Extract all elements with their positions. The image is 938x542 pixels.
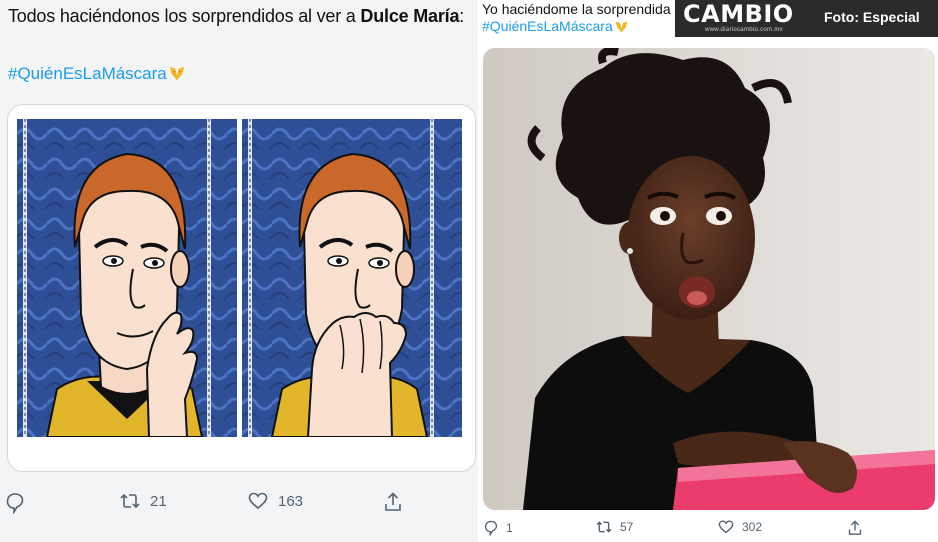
left-tweet: Todos haciéndonos los sorprendidos al ve… xyxy=(0,0,478,542)
retweet-count: 57 xyxy=(620,520,634,534)
photo-credit: Foto: Especial xyxy=(824,9,920,25)
like-button[interactable]: 302 xyxy=(718,520,762,534)
like-button[interactable]: 163 xyxy=(248,492,303,510)
surprised-girl-photo[interactable] xyxy=(483,48,935,510)
share-upload-icon xyxy=(848,520,862,535)
share-upload-icon xyxy=(385,492,401,511)
like-count: 163 xyxy=(278,492,304,510)
retweet-button[interactable]: 21 xyxy=(120,492,167,510)
meme-panel-surprised xyxy=(242,119,462,437)
mask-emoji-icon xyxy=(615,21,628,33)
right-tweet: Yo haciéndome la sorprendida cuando sali… xyxy=(478,0,938,542)
heart-outline-icon xyxy=(248,492,268,510)
reply-count: 1 xyxy=(506,521,513,535)
mask-emoji-icon xyxy=(169,66,184,81)
tweet-action-bar: 21 163 xyxy=(0,492,478,522)
tweet-text: Todos haciéndonos los sorprendidos al ve… xyxy=(8,6,465,26)
meme-panel-thinking xyxy=(17,119,237,437)
reply-button[interactable]: 1 xyxy=(484,520,513,536)
share-button[interactable] xyxy=(384,492,402,512)
hashtag-link[interactable]: #QuiénEsLaMáscara xyxy=(482,18,629,34)
heart-outline-icon xyxy=(718,520,734,534)
media-card[interactable] xyxy=(7,104,476,472)
retweet-icon xyxy=(596,521,612,533)
cambio-watermark: CAMBIO www.diariocambio.com.mx Foto: Esp… xyxy=(675,0,938,37)
cambio-logo: CAMBIO xyxy=(683,0,794,28)
share-button[interactable] xyxy=(848,520,862,536)
reply-button[interactable] xyxy=(6,492,24,514)
mention-name: Dulce María xyxy=(360,6,460,26)
speech-bubble-icon xyxy=(484,520,498,536)
cambio-url: www.diariocambio.com.mx xyxy=(705,27,783,33)
retweet-count: 21 xyxy=(150,492,167,510)
hashtag-link[interactable]: #QuiénEsLaMáscara xyxy=(8,64,186,84)
tweet-action-bar: 1 57 302 xyxy=(478,520,938,540)
retweet-icon xyxy=(120,493,140,509)
like-count: 302 xyxy=(742,520,763,534)
speech-bubble-icon xyxy=(6,493,24,514)
retweet-button[interactable]: 57 xyxy=(596,520,633,534)
